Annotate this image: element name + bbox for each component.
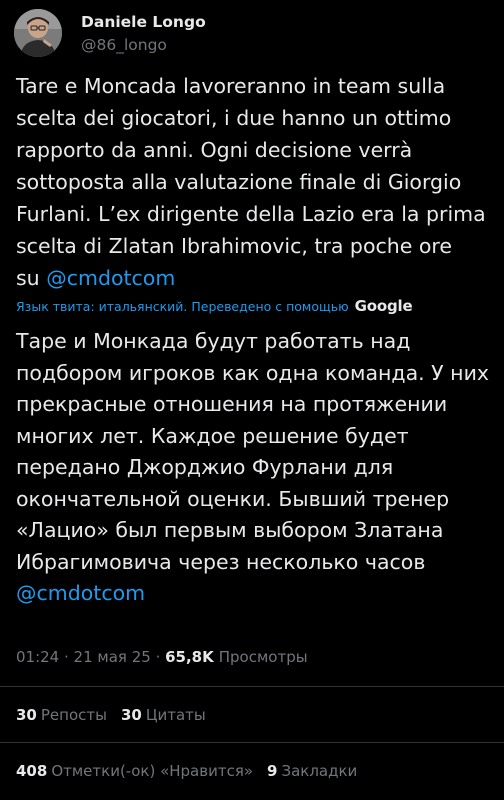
divider bbox=[0, 686, 504, 687]
quotes-label: Цитаты bbox=[145, 706, 206, 724]
reposts-label: Репосты bbox=[40, 706, 107, 724]
translated-line: подбором игроков как одна команда. У них bbox=[16, 360, 490, 385]
stats-likes-bookmarks: 408 Отметки(-ок) «Нравится» 9 Закладки bbox=[16, 760, 357, 782]
author-names: Daniele Longo @86_longo bbox=[81, 12, 206, 55]
translated-line: «Лацио» был первым выбором Златана bbox=[16, 518, 444, 542]
translated-line: Ибрагимовича через несколько часов bbox=[16, 549, 426, 574]
reposts-stat[interactable]: 30 Репосты bbox=[16, 706, 107, 724]
views-count: 65,8K bbox=[165, 648, 214, 666]
translated-line: многих лет. Каждое решение будет bbox=[16, 423, 409, 448]
bookmarks-label: Закладки bbox=[281, 762, 358, 780]
likes-stat[interactable]: 408 Отметки(-ок) «Нравится» bbox=[16, 762, 253, 780]
tweet-text-line: scelta dei giocatori, i due hanno un ott… bbox=[16, 106, 452, 130]
tweet-date[interactable]: 21 мая 25 bbox=[74, 648, 151, 666]
avatar[interactable] bbox=[14, 9, 62, 57]
translated-text: Таре и Монкада будут работать над подбор… bbox=[16, 326, 498, 610]
likes-count: 408 bbox=[16, 762, 48, 780]
translation-notice-text: Язык твита: итальянский. Переведено с по… bbox=[16, 298, 349, 314]
bookmarks-count: 9 bbox=[267, 762, 278, 780]
translated-line: Таре и Монкада будут работать над bbox=[16, 329, 411, 353]
tweet-text-line: rapporto da anni. Ogni decisione verrà bbox=[16, 138, 413, 162]
avatar-photo bbox=[14, 9, 62, 57]
tweet-text-line: sottoposta alla valutazione finale di Gi… bbox=[16, 170, 462, 194]
tweet-text-line: Furlani. L’ex dirigente della Lazio era … bbox=[16, 202, 486, 226]
likes-label: Отметки(-ок) «Нравится» bbox=[51, 762, 254, 780]
translation-notice[interactable]: Язык твита: итальянский. Переведено с по… bbox=[16, 294, 496, 318]
translated-mention-link[interactable]: @cmdotcom bbox=[16, 581, 145, 605]
tweet-time[interactable]: 01:24 bbox=[16, 648, 59, 666]
bookmarks-stat[interactable]: 9 Закладки bbox=[267, 762, 357, 780]
author-handle[interactable]: @86_longo bbox=[81, 35, 206, 55]
meta-separator: · bbox=[150, 648, 166, 666]
tweet-text: Tare e Moncada lavoreranno in team sulla… bbox=[16, 70, 496, 294]
tweet-text-line: scelta di Zlatan Ibrahimovic, tra poche … bbox=[16, 234, 453, 258]
translated-line: окончательной оценки. Бывший тренер bbox=[16, 486, 450, 511]
stats-reposts-quotes: 30 Репосты 30 Цитаты bbox=[16, 704, 206, 726]
tweet-text-prefix: su bbox=[16, 266, 47, 290]
mention-link[interactable]: @cmdotcom bbox=[46, 266, 175, 290]
translated-line: прекрасные отношения на протяжении bbox=[16, 392, 448, 416]
tweet-header: Daniele Longo @86_longo bbox=[14, 8, 206, 58]
reposts-count: 30 bbox=[16, 706, 37, 724]
tweet-meta: 01:24 · 21 мая 25 · 65,8K Просмотры bbox=[16, 646, 308, 668]
meta-separator: · bbox=[59, 648, 74, 666]
author-display-name[interactable]: Daniele Longo bbox=[81, 12, 206, 32]
quotes-count: 30 bbox=[120, 706, 142, 724]
tweet-text-line: Tare e Moncada lavoreranno in team sulla bbox=[16, 74, 446, 98]
divider bbox=[0, 742, 504, 743]
google-logo: Google bbox=[354, 297, 413, 315]
quotes-stat[interactable]: 30 Цитаты bbox=[121, 706, 206, 724]
views-label: Просмотры bbox=[218, 648, 308, 666]
translated-line: передано Джорджио Фурлани для bbox=[16, 455, 394, 479]
